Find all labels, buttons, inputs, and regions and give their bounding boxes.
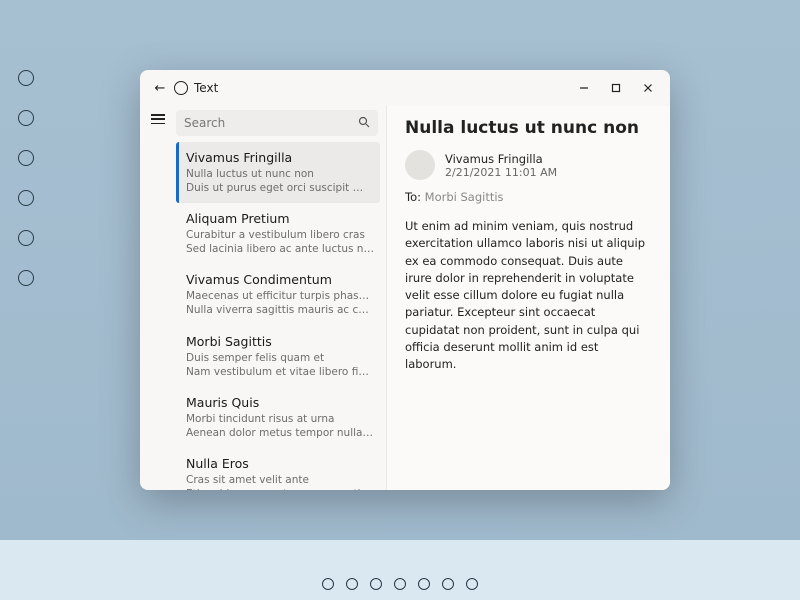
- list-item-line3: Nulla viverra sagittis mauris ac convall…: [186, 303, 374, 317]
- hamburger-icon[interactable]: [151, 114, 165, 124]
- sender-date: 2/21/2021 11:01 AM: [445, 166, 557, 179]
- list-item[interactable]: Vivamus FringillaNulla luctus ut nunc no…: [176, 142, 380, 203]
- list-item-line2: Nulla luctus ut nunc non: [186, 167, 370, 181]
- pager: [0, 578, 800, 590]
- list-item[interactable]: Morbi SagittisDuis semper felis quam etN…: [176, 326, 384, 387]
- list-item-line3: Duis ut purus eget orci suscipit malesua…: [186, 181, 370, 195]
- list-item-line2: Duis semper felis quam et: [186, 351, 374, 365]
- desktop-icons: [18, 70, 34, 286]
- pager-dot[interactable]: [466, 578, 478, 590]
- sender-name: Vivamus Fringilla: [445, 152, 557, 166]
- list-item-title: Aliquam Pretium: [186, 211, 374, 228]
- app-icon: [174, 81, 188, 95]
- search-placeholder: Search: [184, 116, 358, 130]
- content-area: Search Vivamus FringillaNulla luctus ut …: [140, 106, 670, 490]
- desktop-icon[interactable]: [18, 270, 34, 286]
- pager-dot[interactable]: [442, 578, 454, 590]
- list-item-title: Morbi Sagittis: [186, 334, 374, 351]
- list-item[interactable]: Nulla ErosCras sit amet velit anteEtiam …: [176, 448, 384, 490]
- list-item[interactable]: Mauris QuisMorbi tincidunt risus at urna…: [176, 387, 384, 448]
- list-item-title: Mauris Quis: [186, 395, 374, 412]
- search-icon: [358, 116, 370, 131]
- list-pane: Search Vivamus FringillaNulla luctus ut …: [176, 106, 386, 490]
- titlebar: ← Text: [140, 70, 670, 106]
- list-item-line3: Etiam id consequat augue nam tincidunt: [186, 487, 374, 490]
- list-item-line2: Maecenas ut efficitur turpis phasellus: [186, 289, 374, 303]
- list-item-line3: Sed lacinia libero ac ante luctus nec in…: [186, 242, 374, 256]
- app-window: ← Text Search: [140, 70, 670, 490]
- desktop-icon[interactable]: [18, 110, 34, 126]
- back-button[interactable]: ←: [150, 81, 170, 96]
- pager-dot[interactable]: [394, 578, 406, 590]
- list-item[interactable]: Aliquam PretiumCurabitur a vestibulum li…: [176, 203, 384, 264]
- desktop-icon[interactable]: [18, 150, 34, 166]
- pager-dot[interactable]: [370, 578, 382, 590]
- list-item-line2: Morbi tincidunt risus at urna: [186, 412, 374, 426]
- list-item-title: Nulla Eros: [186, 456, 374, 473]
- pager-dot[interactable]: [346, 578, 358, 590]
- message-list: Vivamus FringillaNulla luctus ut nunc no…: [176, 142, 386, 490]
- nav-rail: [140, 106, 176, 490]
- message-subject: Nulla luctus ut nunc non: [405, 118, 652, 138]
- close-button[interactable]: [632, 74, 664, 102]
- list-item-line3: Aenean dolor metus tempor nulla ac dapib…: [186, 426, 374, 440]
- list-item-line2: Cras sit amet velit ante: [186, 473, 374, 487]
- list-item[interactable]: Vivamus CondimentumMaecenas ut efficitur…: [176, 264, 384, 325]
- desktop-icon[interactable]: [18, 230, 34, 246]
- list-item-title: Vivamus Condimentum: [186, 272, 374, 289]
- window-title: Text: [194, 81, 218, 95]
- to-label: To:: [405, 190, 421, 204]
- list-item-title: Vivamus Fringilla: [186, 150, 370, 167]
- pager-dot[interactable]: [418, 578, 430, 590]
- detail-pane: Nulla luctus ut nunc non Vivamus Fringil…: [386, 106, 670, 490]
- to-value: Morbi Sagittis: [425, 190, 504, 204]
- list-item-line2: Curabitur a vestibulum libero cras: [186, 228, 374, 242]
- desktop-icon[interactable]: [18, 190, 34, 206]
- pager-dot[interactable]: [322, 578, 334, 590]
- message-body: Ut enim ad minim veniam, quis nostrud ex…: [405, 218, 652, 373]
- to-row: To: Morbi Sagittis: [405, 190, 652, 204]
- search-input[interactable]: Search: [176, 110, 378, 136]
- minimize-button[interactable]: [568, 74, 600, 102]
- avatar: [405, 150, 435, 180]
- maximize-button[interactable]: [600, 74, 632, 102]
- list-item-line3: Nam vestibulum et vitae libero finibus e…: [186, 365, 374, 379]
- desktop-icon[interactable]: [18, 70, 34, 86]
- sender-row: Vivamus Fringilla 2/21/2021 11:01 AM: [405, 150, 652, 180]
